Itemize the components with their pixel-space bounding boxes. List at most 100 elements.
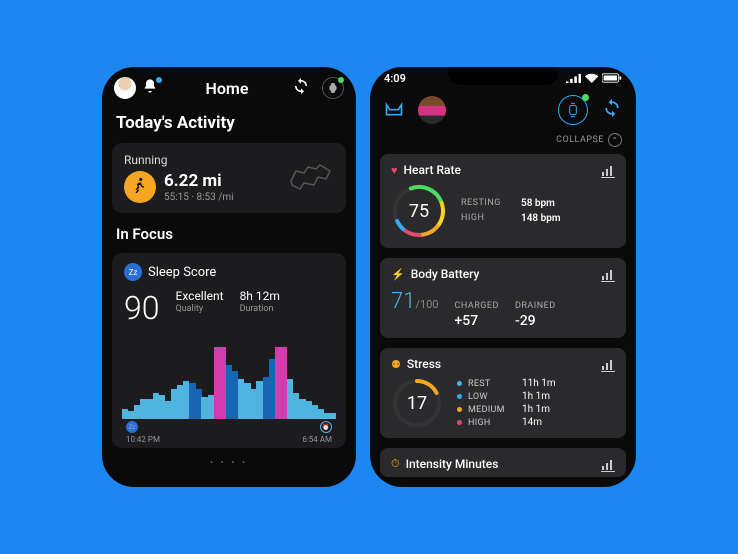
heart-rate-card[interactable]: ♥ Heart Rate 75 RESTING 5 [380, 154, 626, 248]
intensity-card[interactable]: ⏱ Intensity Minutes [380, 448, 626, 477]
sleep-marker-row: Zz ⏰ [124, 421, 334, 433]
top-nav [370, 87, 636, 131]
notch: 4:09 [370, 67, 636, 87]
hr-title: Heart Rate [404, 163, 461, 177]
sleep-start-icon: Zz [126, 421, 138, 433]
stress-legend-row: MEDIUM 1h 1m [457, 404, 556, 415]
hr-resting-label: RESTING [461, 198, 511, 209]
collapse-button[interactable]: COLLAPSE ⌃ [370, 131, 636, 149]
running-detail: 55:15 · 8:53 /mi [164, 192, 234, 203]
bb-drained-label: DRAINED [515, 301, 556, 311]
person-icon: ⚉ [391, 358, 401, 371]
running-distance: 6.22 mi [164, 171, 234, 191]
sleep-duration-value: 8h 12m [240, 289, 280, 303]
app-header: Home [102, 67, 356, 105]
bb-charged-label: CHARGED [455, 301, 499, 311]
legend-value: 1h 1m [522, 404, 550, 415]
intensity-title: Intensity Minutes [406, 457, 499, 471]
bb-drained: DRAINED -29 [515, 301, 556, 329]
legend-dot-icon [457, 394, 462, 399]
bolt-icon: ⚡ [391, 268, 405, 281]
legend-dot-icon [457, 381, 462, 386]
bb-denom: /100 [415, 298, 438, 311]
running-icon [124, 171, 156, 203]
bb-charged: CHARGED +57 [455, 301, 499, 329]
sleep-chart [122, 337, 336, 419]
signal-icon [566, 73, 581, 83]
stress-legend-row: REST 11h 1m [457, 378, 556, 389]
stress-value: 17 [391, 377, 443, 429]
body-battery-card[interactable]: ⚡ Body Battery 71/100 CHARGED +57 DRAINE… [380, 258, 626, 338]
legend-value: 1h 1m [522, 391, 550, 402]
heart-icon: ♥ [391, 164, 398, 177]
device-icon[interactable] [322, 77, 344, 99]
phone-right: 4:09 COLLAPSE ⌃ ♥ Heart Rate [370, 67, 636, 487]
sleep-card[interactable]: Zz Sleep Score 90 Excellent Quality 8h 1… [112, 253, 346, 448]
bar-chart-icon[interactable] [601, 357, 615, 376]
stress-card[interactable]: ⚉ Stress 17 REST 11h 1m LOW 1h 1m MEDIUM 1h 1… [380, 348, 626, 438]
status-time: 4:09 [384, 72, 406, 85]
stress-legend-row: LOW 1h 1m [457, 391, 556, 402]
battery-icon [602, 73, 622, 83]
inbox-icon[interactable] [384, 98, 404, 122]
device-icon[interactable] [558, 95, 588, 125]
sleep-title: Sleep Score [148, 265, 216, 280]
sleep-duration-label: Duration [240, 304, 280, 314]
legend-label: HIGH [468, 418, 516, 428]
sleep-quality-value: Excellent [176, 289, 224, 303]
chevron-up-icon: ⌃ [608, 133, 622, 147]
collapse-label: COLLAPSE [556, 135, 604, 145]
bar-chart-icon[interactable] [601, 267, 615, 286]
stress-ring: 17 [391, 377, 443, 429]
legend-label: LOW [468, 392, 516, 402]
bell-icon[interactable] [142, 78, 162, 98]
hr-resting-value: 58 bpm [521, 198, 555, 209]
bb-charged-value: +57 [455, 313, 499, 329]
sleep-stats-row: 90 Excellent Quality 8h 12m Duration [124, 289, 334, 327]
running-meta: 6.22 mi 55:15 · 8:53 /mi [164, 171, 234, 203]
profile-avatar[interactable] [114, 77, 136, 99]
bb-value: 71 [391, 289, 415, 314]
in-focus-title: In Focus [102, 217, 356, 249]
bb-title: Body Battery [411, 267, 480, 281]
route-map-icon [286, 161, 336, 193]
sleep-time-row: 10:42 PM 6:54 AM [124, 433, 334, 444]
sleep-time-end: 6:54 AM [302, 435, 332, 444]
stress-legend-row: HIGH 14m [457, 417, 556, 428]
page-indicator[interactable]: • • • • [102, 452, 356, 473]
phone-left: Home Today's Activity Running 6.22 mi 55… [102, 67, 356, 487]
sleep-icon: Zz [124, 263, 142, 281]
stress-title: Stress [407, 357, 441, 371]
hr-high-value: 148 bpm [521, 213, 561, 224]
bb-value-group: 71/100 [391, 289, 439, 314]
bar-chart-icon[interactable] [601, 457, 615, 476]
sleep-head: Zz Sleep Score [124, 263, 334, 281]
sync-icon[interactable] [602, 98, 622, 122]
sleep-quality-label: Quality [176, 304, 224, 314]
wifi-icon [585, 73, 598, 83]
hr-value: 75 [391, 183, 447, 239]
hr-ring: 75 [391, 183, 447, 239]
legend-label: MEDIUM [468, 405, 516, 415]
legend-dot-icon [457, 407, 462, 412]
timer-icon: ⏱ [391, 457, 400, 471]
bar-chart-icon[interactable] [601, 163, 615, 182]
today-activity-title: Today's Activity [102, 105, 356, 139]
hr-high-label: HIGH [461, 213, 511, 224]
sleep-end-icon: ⏰ [320, 421, 332, 433]
legend-value: 14m [522, 417, 542, 428]
stress-legend: REST 11h 1m LOW 1h 1m MEDIUM 1h 1m HIGH 14m [457, 378, 556, 428]
bb-drained-value: -29 [515, 313, 556, 329]
sync-icon[interactable] [292, 77, 310, 99]
sleep-duration: 8h 12m Duration [240, 289, 280, 314]
profile-avatar[interactable] [418, 96, 446, 124]
legend-label: REST [468, 379, 516, 389]
running-card[interactable]: Running 6.22 mi 55:15 · 8:53 /mi [112, 143, 346, 213]
legend-value: 11h 1m [522, 378, 556, 389]
sleep-quality: Excellent Quality [176, 289, 224, 314]
legend-dot-icon [457, 420, 462, 425]
hr-stats: RESTING 58 bpm HIGH 148 bpm [461, 198, 561, 224]
page-title: Home [168, 79, 286, 98]
sleep-time-start: 10:42 PM [126, 435, 160, 444]
sleep-score-value: 90 [124, 289, 160, 327]
